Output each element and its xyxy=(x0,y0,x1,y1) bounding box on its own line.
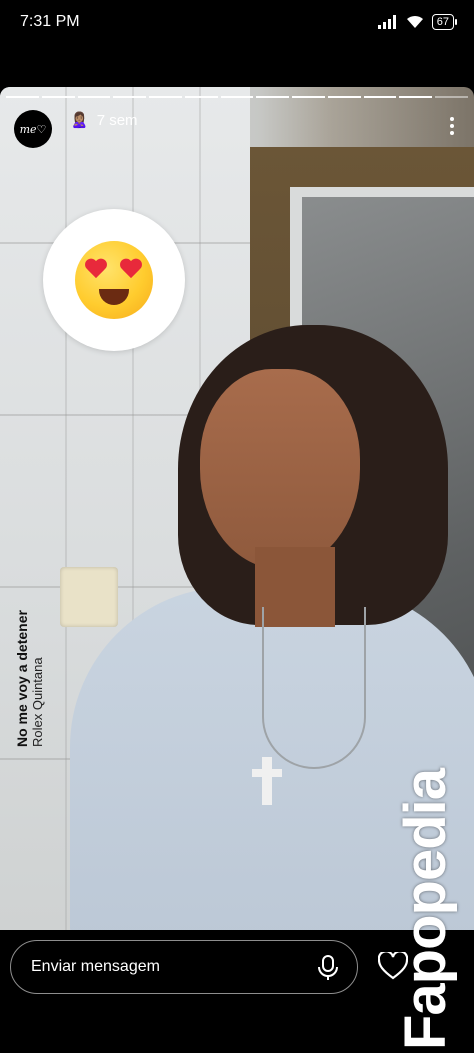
progress-segment xyxy=(41,96,75,98)
avatar[interactable]: me♡ xyxy=(14,110,52,148)
music-sticker[interactable]: No me voy a detener Rolex Quintana xyxy=(14,610,45,747)
watermark-text: Fapopedia xyxy=(393,768,458,1050)
progress-segment xyxy=(149,96,182,98)
photo-cross-pendant xyxy=(252,757,282,805)
message-input[interactable] xyxy=(29,957,303,977)
message-field[interactable] xyxy=(10,940,358,994)
status-time: 7:31 PM xyxy=(20,13,80,30)
progress-segment xyxy=(256,96,290,98)
story-header: me♡ 🙎🏽‍♀️ 7 sem xyxy=(14,109,460,149)
story-progress-bar xyxy=(6,96,468,98)
more-options-icon[interactable] xyxy=(450,117,454,135)
progress-segment xyxy=(77,96,111,98)
photo-necklace xyxy=(262,607,366,769)
microphone-icon[interactable] xyxy=(317,955,339,981)
progress-segment xyxy=(327,96,361,98)
progress-segment xyxy=(6,96,39,98)
progress-segment xyxy=(292,96,325,98)
background-switch xyxy=(60,567,118,627)
battery-indicator: 67 xyxy=(431,14,458,30)
photo-face xyxy=(200,369,360,569)
wifi-icon xyxy=(406,15,423,28)
progress-segment xyxy=(184,96,218,98)
status-bar: 7:31 PM 67 xyxy=(0,0,474,44)
status-icons: 67 xyxy=(377,14,458,30)
watermark: Fapopedia xyxy=(392,769,472,1050)
story-timestamp: 7 sem xyxy=(96,111,138,129)
progress-segment xyxy=(113,96,147,98)
username-emoji[interactable]: 🙎🏽‍♀️ xyxy=(70,111,89,129)
progress-segment xyxy=(399,96,433,98)
signal-icon xyxy=(377,15,396,29)
music-song-title: No me voy a detener xyxy=(14,610,30,747)
emoji-reaction-sticker[interactable] xyxy=(43,209,185,351)
heart-eyes-emoji-icon xyxy=(75,241,153,319)
emoji-mouth xyxy=(99,289,129,305)
heart-eye-right-icon xyxy=(119,259,143,281)
progress-segment xyxy=(363,96,397,98)
progress-segment xyxy=(435,96,468,98)
music-artist: Rolex Quintana xyxy=(30,657,45,747)
heart-eye-left-icon xyxy=(84,259,108,281)
progress-segment xyxy=(220,96,254,98)
